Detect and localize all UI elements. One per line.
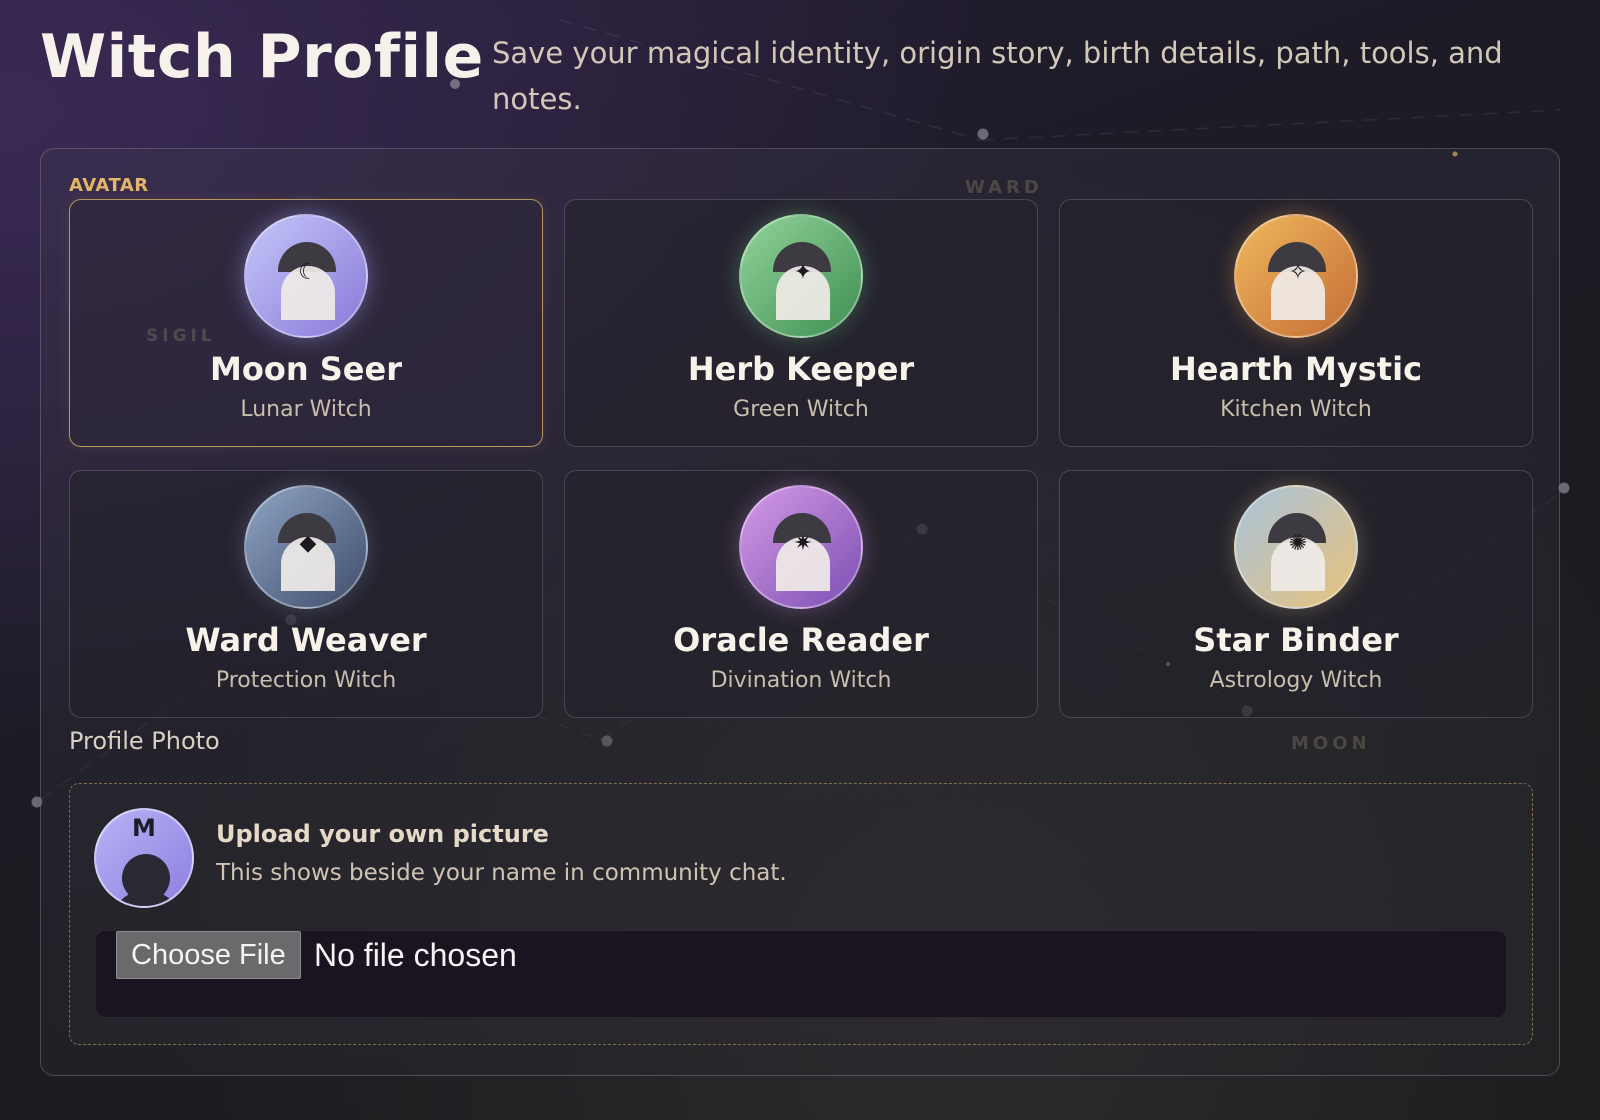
page-subtitle: Save your magical identity, origin story… xyxy=(492,36,1503,116)
avatar-type: Lunar Witch xyxy=(240,397,372,422)
watermark-moon: MOON xyxy=(1291,733,1371,754)
avatar-card-ward-weaver[interactable]: ◆ Ward Weaver Protection Witch xyxy=(69,470,543,718)
photo-upload-dropzone[interactable]: M Upload your own picture This shows bes… xyxy=(69,783,1533,1045)
page-header: Witch Profile Save your magical identity… xyxy=(40,22,1560,122)
avatar-name: Herb Keeper xyxy=(687,350,915,388)
avatar-card-herb-keeper[interactable]: ✦ Herb Keeper Green Witch xyxy=(564,199,1038,447)
avatar-card-oracle-reader[interactable]: ✷ Oracle Reader Divination Witch xyxy=(564,470,1038,718)
avatar-type: Protection Witch xyxy=(215,668,397,693)
profile-panel: WARD MOON AVATAR SIGIL ☾ Moon Seer Lunar… xyxy=(40,148,1560,1076)
avatar-name: Hearth Mystic xyxy=(1169,350,1423,388)
eight-point-star-icon: ✷ xyxy=(793,531,813,556)
user-avatar: M xyxy=(94,808,194,908)
avatar-type: Kitchen Witch xyxy=(1220,397,1372,422)
avatar-section-label: AVATAR xyxy=(69,175,149,196)
avatar-grid: SIGIL ☾ Moon Seer Lunar Witch ✦ Herb Kee… xyxy=(69,199,1533,719)
avatar-card-hearth-mystic[interactable]: ✧ Hearth Mystic Kitchen Witch xyxy=(1059,199,1533,447)
avatar-type: Divination Witch xyxy=(710,668,892,693)
avatar-portrait: ◆ xyxy=(244,485,368,609)
avatar-type: Green Witch xyxy=(733,397,869,422)
upload-title: Upload your own picture xyxy=(216,820,549,848)
avatar-name: Star Binder xyxy=(1193,621,1399,659)
avatar-portrait: ✦ xyxy=(739,214,863,338)
avatar-portrait: ✧ xyxy=(1234,214,1358,338)
file-input[interactable]: Choose File No file chosen xyxy=(95,930,1507,1018)
avatar-portrait: ☾ xyxy=(244,214,368,338)
avatar-type: Astrology Witch xyxy=(1209,668,1383,693)
avatar-name: Ward Weaver xyxy=(185,621,427,659)
avatar-portrait: ✷ xyxy=(739,485,863,609)
avatar-initial: M xyxy=(132,814,156,842)
file-status-text: No file chosen xyxy=(314,937,517,973)
choose-file-button[interactable]: Choose File xyxy=(116,931,301,979)
avatar-card-moon-seer[interactable]: SIGIL ☾ Moon Seer Lunar Witch xyxy=(69,199,543,447)
moon-icon: ☾ xyxy=(298,260,318,285)
avatar-name: Moon Seer xyxy=(210,350,402,388)
sunburst-icon: ✺ xyxy=(1288,531,1308,556)
sparkle-icon: ✧ xyxy=(1288,260,1308,285)
avatar-name: Oracle Reader xyxy=(673,621,929,659)
avatar-card-star-binder[interactable]: ✺ Star Binder Astrology Witch xyxy=(1059,470,1533,718)
four-point-star-icon: ✦ xyxy=(793,260,813,285)
upload-description: This shows beside your name in community… xyxy=(216,860,787,886)
watermark-sigil: SIGIL xyxy=(146,326,216,346)
watermark-ward: WARD xyxy=(965,177,1043,198)
page-title: Witch Profile xyxy=(40,22,484,92)
avatar-portrait: ✺ xyxy=(1234,485,1358,609)
diamond-icon: ◆ xyxy=(299,531,317,556)
profile-photo-label: Profile Photo xyxy=(69,727,220,755)
